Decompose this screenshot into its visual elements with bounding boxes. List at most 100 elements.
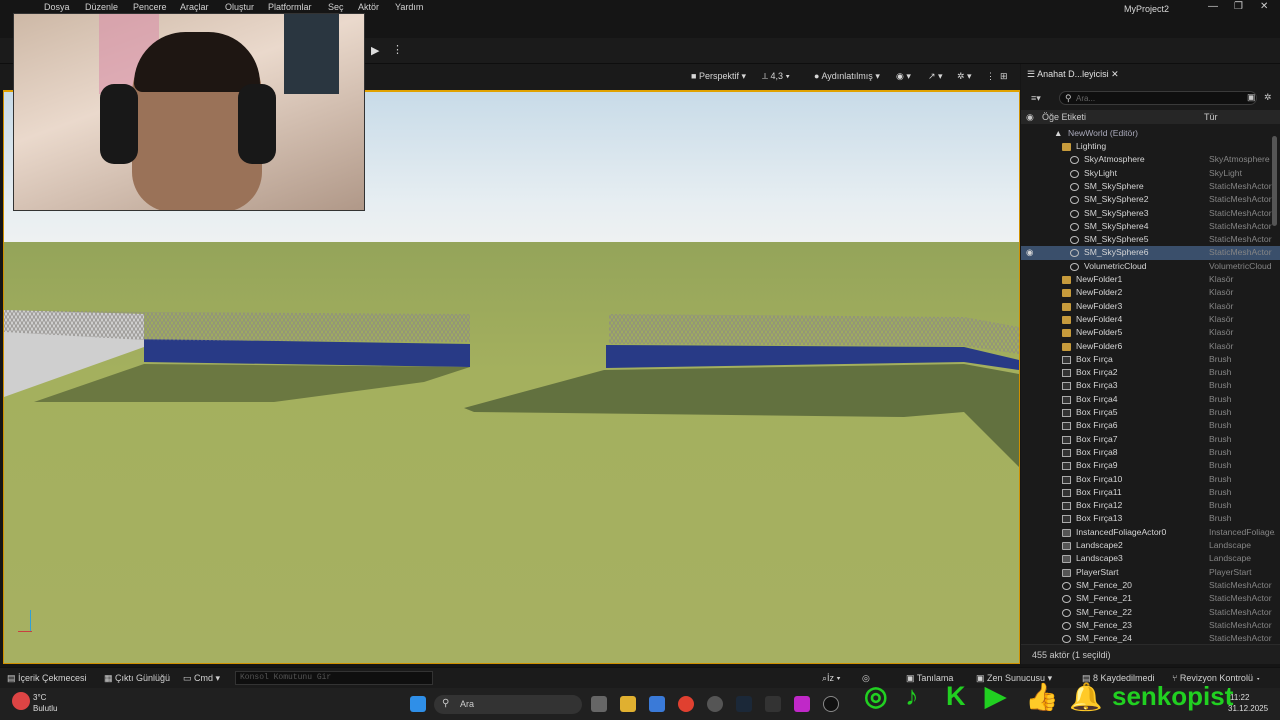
content-drawer-button[interactable]: ▤ İçerik Çekmecesi (7, 673, 87, 684)
outliner-actor-row[interactable]: Box Fırça4 Brush (1021, 393, 1280, 406)
outliner-tab-label: Anahat D...leyicisi (1037, 69, 1109, 79)
weather-desc: Bulutlu (33, 704, 58, 713)
outliner-panel: ☰ Anahat D...leyicisi ✕ ≡▾ ⚲ Ara... ▣ ✲ … (1021, 64, 1280, 664)
menu-actor[interactable]: Aktör (358, 2, 379, 12)
store-icon[interactable] (649, 696, 665, 712)
menu-create[interactable]: Oluştur (225, 2, 254, 12)
github-icon[interactable] (707, 696, 723, 712)
outliner-item-type: StaticMeshActor (1209, 593, 1272, 604)
outliner-actor-row[interactable]: SM_SkySphere3 StaticMeshActor (1021, 207, 1280, 220)
play-icon[interactable]: ▶ (371, 44, 379, 57)
outliner-scrollbar[interactable] (1272, 136, 1277, 226)
menu-tools[interactable]: Araçlar (180, 2, 209, 12)
outliner-folder-row[interactable]: NewFolder5 Klasör (1021, 326, 1280, 339)
taskbar-search[interactable]: ⚲ Ara (434, 695, 582, 714)
outliner-actor-row[interactable]: ◉ SM_SkySphere6 StaticMeshActor (1021, 246, 1280, 260)
outliner-actor-row[interactable]: SM_SkySphere2 StaticMeshActor (1021, 193, 1280, 206)
outliner-actor-row[interactable]: Box Fırça Brush (1021, 353, 1280, 366)
taskbar-search-label: Ara (460, 699, 475, 709)
outliner-actor-row[interactable]: Box Fırça11 Brush (1021, 486, 1280, 499)
outliner-item-name: Box Fırça6 (1076, 420, 1118, 431)
menu-edit[interactable]: Düzenle (85, 2, 118, 12)
add-folder-icon[interactable]: ▣ (1247, 92, 1256, 103)
outliner-actor-row[interactable]: SM_Fence_21 StaticMeshActor (1021, 592, 1280, 605)
outliner-actor-row[interactable]: Box Fırça12 Brush (1021, 499, 1280, 512)
close-icon[interactable]: ✕ (1260, 1, 1268, 12)
outliner-actor-row[interactable]: InstancedFoliageActor0 InstancedFoliageAc… (1021, 526, 1280, 539)
menu-select[interactable]: Seç (328, 2, 344, 12)
outliner-actor-row[interactable]: SM_SkySphere4 StaticMeshActor (1021, 220, 1280, 233)
settings-gear-icon[interactable]: ✲ ▾ (957, 71, 972, 82)
menu-file[interactable]: Dosya (44, 2, 70, 12)
outliner-tab[interactable]: ☰ Anahat D...leyicisi ✕ (1027, 69, 1153, 84)
task-view-icon[interactable] (591, 696, 607, 712)
outliner-folder-row[interactable]: NewFolder3 Klasör (1021, 300, 1280, 313)
col-type[interactable]: Tür (1204, 112, 1218, 122)
outliner-actor-row[interactable]: Box Fırça13 Brush (1021, 512, 1280, 525)
more-options-icon[interactable]: ⋮ (392, 43, 403, 56)
file-explorer-icon[interactable] (620, 696, 636, 712)
outliner-actor-row[interactable]: Box Fırça3 Brush (1021, 379, 1280, 392)
outliner-folder-row[interactable]: NewFolder4 Klasör (1021, 313, 1280, 326)
outliner-actor-row[interactable]: Box Fırça6 Brush (1021, 419, 1280, 432)
cmd-button[interactable]: ▭ Cmd ▾ (183, 673, 220, 684)
steam-icon[interactable] (736, 696, 752, 712)
console-input[interactable]: Konsol Komutunu Gir (235, 671, 433, 685)
outliner-item-type: Brush (1209, 473, 1232, 484)
show-eye-icon[interactable]: ◉ ▾ (896, 71, 911, 82)
search-placeholder: Ara... (1076, 94, 1096, 103)
outliner-item-type: Klasör (1209, 274, 1234, 284)
outliner-actor-row[interactable]: VolumetricCloud VolumetricCloud (1021, 260, 1280, 273)
visibility-eye-icon[interactable]: ◉ (1026, 246, 1034, 259)
outliner-actor-row[interactable]: Box Fırça10 Brush (1021, 473, 1280, 486)
world-row[interactable]: ▲ NewWorld (Editör) (1021, 127, 1280, 140)
maximize-icon[interactable]: ❐ (1234, 1, 1243, 12)
outliner-item-name: Box Fırça3 (1076, 380, 1118, 391)
menu-window[interactable]: Pencere (133, 2, 167, 12)
lighting-button[interactable]: ● Aydınlatılmış ▾ (814, 71, 880, 82)
outliner-actor-row[interactable]: SM_Fence_22 StaticMeshActor (1021, 606, 1280, 619)
outliner-folder-row[interactable]: NewFolder6 Klasör (1021, 340, 1280, 353)
outliner-actor-row[interactable]: Box Fırça8 Brush (1021, 446, 1280, 459)
unreal-engine-icon[interactable] (823, 696, 839, 712)
fov-button[interactable]: ⟂ 4,3 ▾ (762, 71, 790, 82)
outliner-actor-row[interactable]: SM_SkySphere StaticMeshActor (1021, 180, 1280, 193)
outliner-actor-row[interactable]: Box Fırça2 Brush (1021, 366, 1280, 379)
minimize-icon[interactable]: — (1208, 1, 1218, 12)
outliner-actor-row[interactable]: SkyLight SkyLight (1021, 167, 1280, 180)
outliner-actor-row[interactable]: Box Fırça5 Brush (1021, 406, 1280, 419)
outliner-actor-row[interactable]: Landscape3 Landscape (1021, 552, 1280, 565)
epic-icon[interactable] (765, 696, 781, 712)
instagram-icon: ◎ (864, 681, 888, 711)
trace-button[interactable]: ⌕İz ▾ (822, 673, 840, 684)
filter-icon[interactable]: ≡▾ (1031, 93, 1041, 104)
outliner-search[interactable]: ⚲ Ara... (1059, 91, 1257, 105)
menu-help[interactable]: Yardım (395, 2, 423, 12)
outliner-actor-row[interactable]: PlayerStart PlayerStart (1021, 566, 1280, 579)
col-label[interactable]: Öğe Etiketi (1042, 112, 1086, 122)
outliner-actor-row[interactable]: Box Fırça9 Brush (1021, 459, 1280, 472)
realtime-icon[interactable]: ↗ ▾ (928, 71, 943, 82)
outliner-item-name: Box Fırça4 (1076, 393, 1118, 404)
outliner-settings-icon[interactable]: ✲ (1264, 92, 1272, 103)
menu-platforms[interactable]: Platformlar (268, 2, 312, 12)
outliner-folder-row[interactable]: NewFolder1 Klasör (1021, 273, 1280, 286)
outliner-actor-row[interactable]: SM_Fence_23 StaticMeshActor (1021, 619, 1280, 632)
app-icon[interactable] (794, 696, 810, 712)
perspective-button[interactable]: ■ Perspektif ▾ (691, 71, 746, 82)
outliner-actor-row[interactable]: SkyAtmosphere SkyAtmosphere (1021, 153, 1280, 166)
output-log-button[interactable]: ▦ Çıktı Günlüğü (104, 673, 170, 684)
outliner-folder-row[interactable]: NewFolder2 Klasör (1021, 286, 1280, 299)
layout-grid-icon[interactable]: ⊞ (1000, 71, 1008, 82)
fov-label: 4,3 (770, 71, 784, 81)
outliner-actor-row[interactable]: Box Fırça7 Brush (1021, 433, 1280, 446)
weather-icon[interactable] (12, 692, 30, 710)
outliner-actor-row[interactable]: SM_SkySphere5 StaticMeshActor (1021, 233, 1280, 246)
outliner-actor-row[interactable]: SM_Fence_20 StaticMeshActor (1021, 579, 1280, 592)
viewport-menu-icon[interactable]: ⋮ (986, 71, 995, 82)
windows-start-icon[interactable] (410, 696, 426, 712)
chrome-icon[interactable] (678, 696, 694, 712)
outliner-folder-row[interactable]: Lighting (1021, 140, 1280, 153)
outliner-item-name: InstancedFoliageActor0 (1076, 526, 1167, 537)
outliner-actor-row[interactable]: Landscape2 Landscape (1021, 539, 1280, 552)
